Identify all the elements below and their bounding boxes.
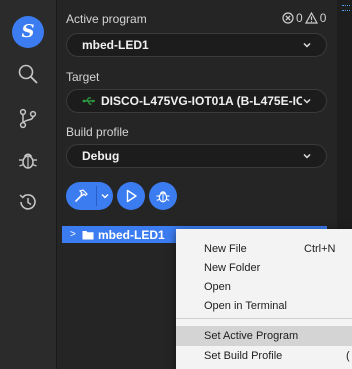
menu-item-label: Open in Terminal xyxy=(204,300,287,312)
menu-item-open[interactable]: Open xyxy=(176,277,352,297)
chevron-down-icon xyxy=(303,98,311,104)
target-select[interactable]: DISCO-L475VG-IOT01A (B-L475E-IOT... xyxy=(66,89,327,113)
source-control-icon xyxy=(19,108,37,129)
menu-item-shortcut: ( xyxy=(346,350,350,362)
source-control-tab[interactable] xyxy=(0,98,56,138)
mbed-studio-tab[interactable]: S xyxy=(0,12,56,52)
action-toolbar xyxy=(66,180,177,212)
menu-separator xyxy=(176,318,352,319)
hammer-icon xyxy=(74,189,88,203)
context-menu: New File Ctrl+N New Folder Open Open in … xyxy=(176,229,352,369)
build-profile-select[interactable]: Debug xyxy=(66,144,327,168)
search-tab[interactable] xyxy=(0,54,56,94)
usb-connected-icon xyxy=(82,96,96,106)
tree-item-label: mbed-LED1 xyxy=(98,227,165,242)
menu-item-set-build-profile[interactable]: Set Build Profile ( xyxy=(176,346,352,366)
menu-item-set-active-program[interactable]: Set Active Program xyxy=(176,326,352,346)
warning-count: 0 xyxy=(319,11,327,25)
problem-counts[interactable]: 0 0 xyxy=(282,11,326,25)
target-label: Target xyxy=(66,70,100,84)
menu-item-label: Set Active Program xyxy=(204,330,299,342)
build-profile-value: Debug xyxy=(82,149,120,163)
debug-tab[interactable] xyxy=(0,140,56,180)
menu-item-label: New File xyxy=(204,243,247,255)
folder-icon xyxy=(82,230,94,240)
menu-item-label: Open xyxy=(204,281,231,293)
warning-icon xyxy=(304,12,318,24)
play-icon xyxy=(126,189,137,203)
target-value: DISCO-L475VG-IOT01A (B-L475E-IOT... xyxy=(101,94,302,108)
chevron-down-icon xyxy=(303,153,311,159)
debug-icon xyxy=(19,153,37,169)
activity-bar: S xyxy=(0,0,57,369)
build-options-button[interactable] xyxy=(97,182,113,210)
active-program-label: Active program xyxy=(66,12,147,26)
debug-button[interactable] xyxy=(149,182,177,210)
menu-item-label: Set Build Profile xyxy=(204,350,283,362)
error-count: 0 xyxy=(296,11,303,25)
search-icon xyxy=(18,64,38,84)
menu-item-label: New Folder xyxy=(204,262,261,274)
chevron-right-icon[interactable]: > xyxy=(70,229,80,240)
build-profile-label: Build profile xyxy=(66,125,129,139)
history-tab[interactable] xyxy=(0,182,56,222)
editor-tab-marker xyxy=(342,5,350,11)
active-program-select[interactable]: mbed-LED1 xyxy=(66,33,327,57)
active-program-value: mbed-LED1 xyxy=(82,38,149,52)
menu-item-new-file[interactable]: New File Ctrl+N xyxy=(176,239,352,259)
chevron-down-icon xyxy=(101,194,109,199)
menu-item-new-folder[interactable]: New Folder xyxy=(176,258,352,278)
build-button[interactable] xyxy=(66,182,96,210)
history-icon xyxy=(19,194,36,210)
chevron-down-icon xyxy=(303,42,311,48)
debug-icon xyxy=(156,191,170,203)
error-icon xyxy=(282,12,294,24)
run-button[interactable] xyxy=(117,182,145,210)
menu-item-open-in-terminal[interactable]: Open in Terminal xyxy=(176,296,352,316)
menu-item-shortcut: Ctrl+N xyxy=(304,243,336,255)
mbed-logo-icon: S xyxy=(12,16,44,48)
build-split-button xyxy=(66,182,113,210)
